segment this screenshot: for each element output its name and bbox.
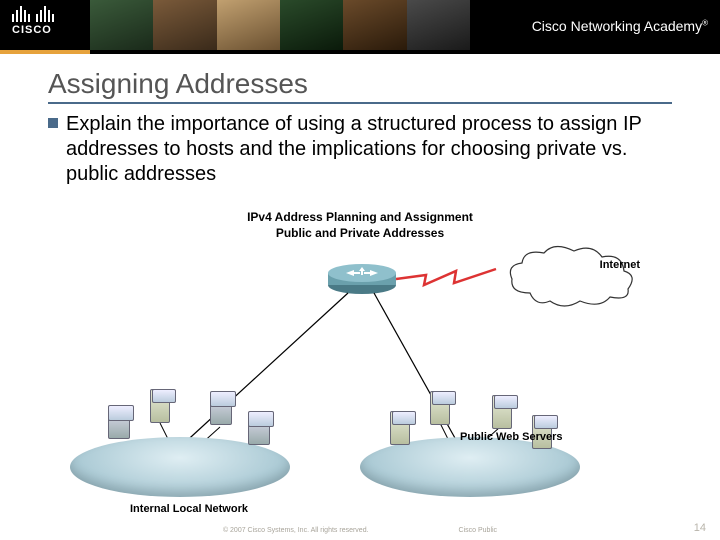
pc-icon [206,395,236,439]
program-label: Cisco Networking Academy [532,18,702,34]
router-icon [326,263,398,295]
diagram-title-line2: Public and Private Addresses [60,226,660,242]
slide-content: Assigning Addresses Explain the importan… [0,54,720,187]
pc-icon [104,409,134,453]
internal-network-label: Internal Local Network [130,503,248,515]
pc-icon [244,415,274,459]
server-icon [146,389,176,433]
classification-text: Cisco Public [459,527,498,534]
slide-title: Assigning Addresses [48,68,672,104]
header-photo-strip [90,0,470,50]
bullet-text: Explain the importance of using a struct… [66,112,672,187]
public-servers-label: Public Web Servers [460,431,563,443]
internet-label: Internet [600,259,640,271]
wan-link-icon [396,265,516,305]
program-name: Cisco Networking Academy® [532,18,708,34]
brand-text: CISCO [12,24,54,36]
slide-header: CISCO Cisco Networking Academy® [0,0,720,54]
diagram-title: IPv4 Address Planning and Assignment Pub… [60,210,660,241]
bullet-marker-icon [48,118,58,128]
cisco-logo: CISCO [12,6,54,36]
bullet-item: Explain the importance of using a struct… [48,112,672,187]
network-diagram: IPv4 Address Planning and Assignment Pub… [60,210,660,500]
diagram-title-line1: IPv4 Address Planning and Assignment [60,210,660,226]
trademark: ® [702,18,708,27]
server-icon [386,411,416,455]
server-icon [426,391,456,435]
copyright-text: © 2007 Cisco Systems, Inc. All rights re… [223,527,369,534]
page-number: 14 [694,522,706,534]
internet-cloud-icon: Internet [500,243,640,313]
slide-footer: © 2007 Cisco Systems, Inc. All rights re… [0,527,720,534]
